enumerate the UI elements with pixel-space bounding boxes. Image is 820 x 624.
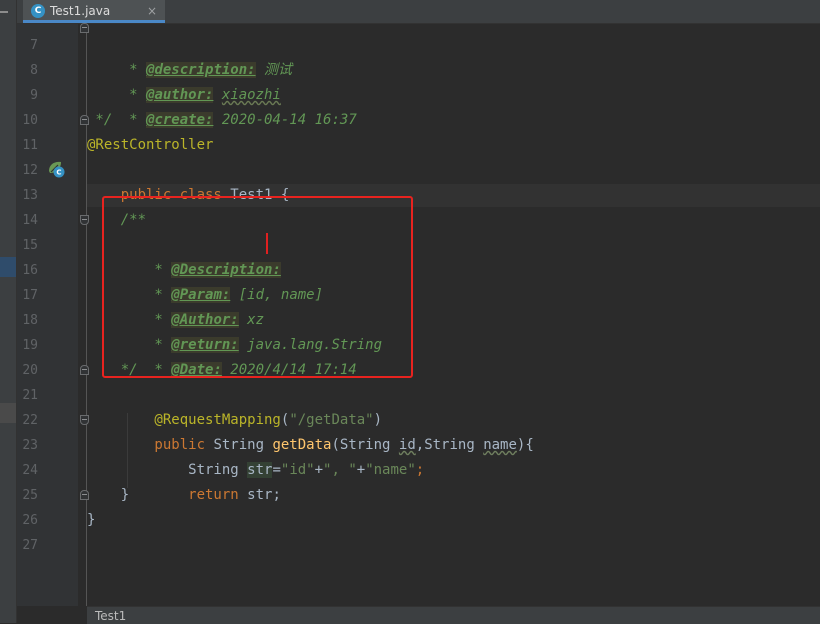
- fold-marker-icon[interactable]: [80, 23, 89, 33]
- left-tool-strip: [0, 0, 17, 623]
- line-number: 21: [22, 388, 38, 403]
- code-line-23: String str="id"+", "+"name";: [87, 433, 424, 478]
- tool-strip-marker[interactable]: [0, 11, 8, 13]
- java-class-icon: C: [31, 4, 45, 18]
- line-number: 15: [22, 238, 38, 253]
- code-line-25: }: [87, 487, 130, 503]
- tool-strip-selection[interactable]: [0, 403, 16, 423]
- line-number: 17: [22, 288, 38, 303]
- operator: +: [356, 462, 366, 478]
- spring-bean-icon[interactable]: C: [46, 159, 66, 179]
- brace: ){: [516, 437, 534, 453]
- svg-text:C: C: [56, 169, 61, 177]
- highlight-box: [102, 196, 413, 378]
- editor-tab-bar: C Test1.java ×: [17, 0, 820, 24]
- code-line-21: @RequestMapping("/getData"): [87, 383, 382, 428]
- keyword: return: [120, 487, 239, 503]
- line-number: 8: [30, 63, 38, 78]
- javadoc-tag: @create:: [146, 112, 214, 128]
- line-number: 22: [22, 413, 38, 428]
- code-line-8: * @author: xiaozhi: [87, 58, 281, 103]
- line-number: 10: [22, 113, 38, 128]
- tab-label: Test1.java: [50, 4, 111, 18]
- param-type: ,String: [415, 437, 484, 453]
- line-number: 23: [22, 438, 38, 453]
- line-number: 9: [30, 88, 38, 103]
- text-caret: [266, 233, 268, 254]
- breadcrumb[interactable]: Test1: [95, 608, 126, 624]
- code-line-24: return str;: [87, 458, 281, 503]
- line-number: 7: [30, 38, 38, 53]
- line-number: 12: [22, 163, 38, 178]
- tab-test1-java[interactable]: C Test1.java ×: [23, 0, 165, 23]
- close-icon[interactable]: ×: [147, 3, 157, 19]
- tool-strip-selection[interactable]: [0, 257, 16, 277]
- string-literal: ", ": [323, 462, 357, 478]
- line-number: 26: [22, 513, 38, 528]
- line-number-gutter: 7 8 9 10 11 12 13 14 15 16 17 18 19 20 2…: [17, 24, 78, 606]
- doc-prefix: *: [120, 112, 147, 128]
- line-number: 11: [22, 138, 38, 153]
- semicolon: ;: [415, 462, 425, 478]
- code-line-22: public String getData(String id,String n…: [87, 408, 533, 453]
- code-line-10: */: [87, 112, 113, 128]
- line-number: 19: [22, 338, 38, 353]
- code-line-9: * @create: 2020-04-14 16:37: [87, 83, 357, 128]
- line-number: 18: [22, 313, 38, 328]
- javadoc-value: 2020-04-14 16:37: [213, 112, 357, 128]
- code-line-11: @RestController: [87, 137, 214, 153]
- code-line-12: public class Test1 {: [87, 158, 290, 203]
- breadcrumb-bar: Test1: [87, 606, 820, 624]
- line-number: 25: [22, 488, 38, 503]
- line-number: 24: [22, 463, 38, 478]
- string-literal: "id": [280, 462, 315, 478]
- operator: +: [314, 462, 324, 478]
- line-number: 13: [22, 188, 38, 203]
- line-number: 14: [22, 213, 38, 228]
- param-name: name: [483, 437, 517, 453]
- line-number: 20: [22, 363, 38, 378]
- line-number: 16: [22, 263, 38, 278]
- return-expression: str;: [238, 487, 281, 503]
- string-literal: "name": [365, 462, 416, 478]
- code-line-26: }: [87, 512, 96, 528]
- line-number: 27: [22, 538, 38, 553]
- code-line-7: * @description: 测试: [87, 33, 292, 78]
